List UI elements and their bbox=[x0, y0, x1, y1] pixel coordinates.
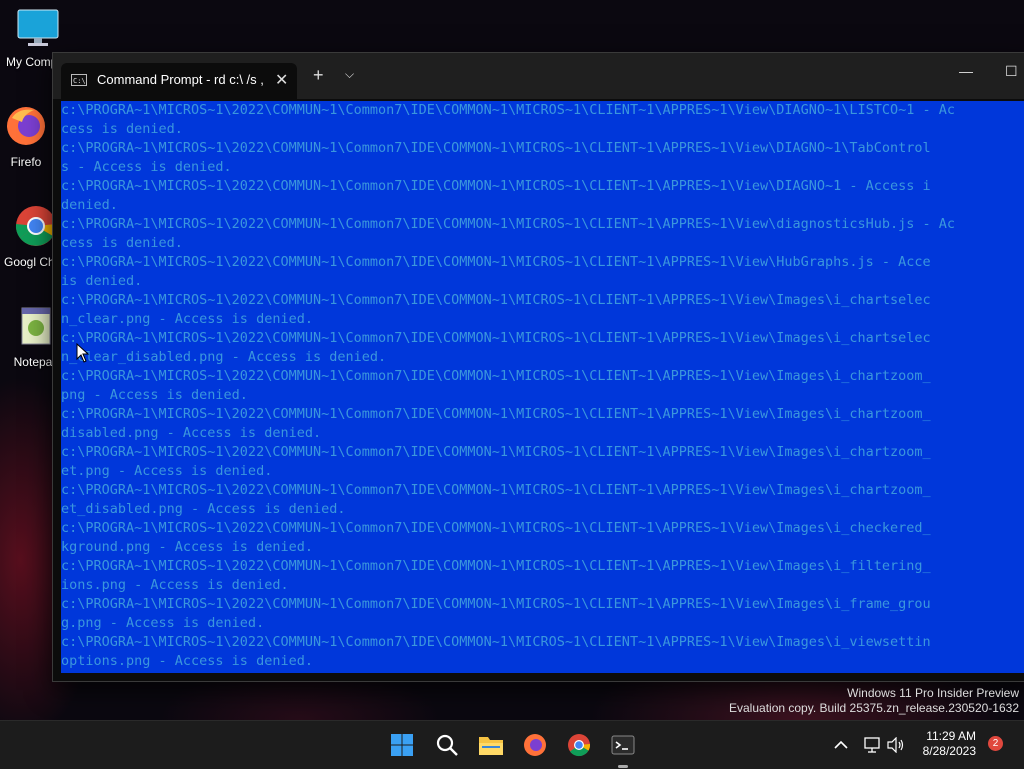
firefox-icon bbox=[524, 734, 546, 756]
file-explorer-icon bbox=[479, 737, 503, 755]
console-line: n_clear_disabled.png - Access is denied. bbox=[61, 349, 387, 365]
console-line: c:\PROGRA~1\MICROS~1\2022\COMMUN~1\Commo… bbox=[61, 140, 931, 156]
tab-command-prompt[interactable]: C:\ Command Prompt - rd c:\ /s , ✕ bbox=[61, 63, 297, 99]
console-line: s - Access is denied. bbox=[61, 159, 232, 175]
console-line: c:\PROGRA~1\MICROS~1\2022\COMMUN~1\Commo… bbox=[61, 596, 931, 612]
console-line: c:\PROGRA~1\MICROS~1\2022\COMMUN~1\Commo… bbox=[61, 292, 931, 308]
notification-badge[interactable]: 2 bbox=[988, 736, 1003, 751]
clock-time: 11:29 AM bbox=[926, 729, 976, 743]
console-line: disabled.png - Access is denied. bbox=[61, 425, 322, 441]
console-line: c:\PROGRA~1\MICROS~1\2022\COMMUN~1\Commo… bbox=[61, 254, 931, 270]
console-line: ions.png - Access is denied. bbox=[61, 577, 289, 593]
clock[interactable]: 11:29 AM 8/28/2023 bbox=[923, 729, 976, 759]
console-line: c:\PROGRA~1\MICROS~1\2022\COMMUN~1\Commo… bbox=[61, 444, 931, 460]
console-line: is denied. bbox=[61, 273, 143, 289]
taskbar: 11:29 AM 8/28/2023 bbox=[0, 720, 1024, 769]
new-tab-button[interactable]: + bbox=[313, 65, 324, 86]
console-line: c:\PROGRA~1\MICROS~1\2022\COMMUN~1\Commo… bbox=[61, 406, 931, 422]
console-lines: c:\PROGRA~1\MICROS~1\2022\COMMUN~1\Commo… bbox=[61, 101, 1024, 671]
desktop-icon-firefox[interactable]: Firefo bbox=[0, 104, 58, 169]
console-line: c:\PROGRA~1\MICROS~1\2022\COMMUN~1\Commo… bbox=[61, 368, 931, 384]
console-line: et.png - Access is denied. bbox=[61, 463, 273, 479]
console-line: c:\PROGRA~1\MICROS~1\2022\COMMUN~1\Commo… bbox=[61, 102, 956, 118]
maximize-button[interactable]: ☐ bbox=[1005, 63, 1018, 80]
minimize-button[interactable]: — bbox=[959, 63, 973, 79]
console-line: c:\PROGRA~1\MICROS~1\2022\COMMUN~1\Commo… bbox=[61, 330, 931, 346]
file-explorer-button[interactable] bbox=[475, 729, 507, 761]
console-line: c:\PROGRA~1\MICROS~1\2022\COMMUN~1\Commo… bbox=[61, 558, 931, 574]
monitor-icon bbox=[17, 9, 59, 46]
terminal-taskbar-button[interactable] bbox=[607, 729, 639, 761]
terminal-window[interactable]: C:\ Command Prompt - rd c:\ /s , ✕ + ⌵ —… bbox=[52, 52, 1024, 682]
notepad-icon bbox=[21, 307, 51, 345]
console-line: c:\PROGRA~1\MICROS~1\2022\COMMUN~1\Commo… bbox=[61, 216, 956, 232]
tab-dropdown-button[interactable]: ⌵ bbox=[345, 67, 354, 82]
speaker-icon bbox=[887, 737, 904, 753]
chrome-icon bbox=[568, 734, 591, 757]
title-bar[interactable]: C:\ Command Prompt - rd c:\ /s , ✕ + ⌵ —… bbox=[53, 53, 1024, 99]
terminal-icon bbox=[611, 735, 635, 755]
console-line: denied. bbox=[61, 197, 118, 213]
command-prompt-icon: C:\ bbox=[71, 74, 87, 86]
console-line: et_disabled.png - Access is denied. bbox=[61, 501, 346, 517]
firefox-icon bbox=[7, 107, 45, 145]
console-line: png - Access is denied. bbox=[61, 387, 248, 403]
chrome-taskbar-button[interactable] bbox=[563, 729, 595, 761]
watermark-line-2: Evaluation copy. Build 25375.zn_release.… bbox=[729, 701, 1019, 715]
desktop-icon-label: Firefo bbox=[10, 155, 42, 169]
windows-watermark: Windows 11 Pro Insider Preview Evaluatio… bbox=[729, 686, 1019, 716]
start-icon bbox=[391, 734, 413, 756]
console-line: options.png - Access is denied. bbox=[61, 653, 313, 669]
console-line: c:\PROGRA~1\MICROS~1\2022\COMMUN~1\Commo… bbox=[61, 178, 931, 194]
console-output[interactable]: c:\PROGRA~1\MICROS~1\2022\COMMUN~1\Commo… bbox=[53, 99, 1024, 681]
console-line: c:\PROGRA~1\MICROS~1\2022\COMMUN~1\Commo… bbox=[61, 520, 931, 536]
close-tab-button[interactable]: ✕ bbox=[275, 70, 288, 90]
console-line: n_clear.png - Access is denied. bbox=[61, 311, 313, 327]
console-line: cess is denied. bbox=[61, 235, 183, 251]
watermark-line-1: Windows 11 Pro Insider Preview bbox=[847, 686, 1019, 700]
chevron-up-icon bbox=[834, 740, 848, 749]
show-hidden-icons-button[interactable] bbox=[825, 729, 857, 761]
console-line: g.png - Access is denied. bbox=[61, 615, 265, 631]
tab-title: Command Prompt - rd c:\ /s , bbox=[97, 72, 264, 87]
volume-button[interactable] bbox=[880, 729, 912, 761]
search-button[interactable] bbox=[431, 729, 463, 761]
console-line: kground.png - Access is denied. bbox=[61, 539, 313, 555]
firefox-taskbar-button[interactable] bbox=[519, 729, 551, 761]
console-line: c:\PROGRA~1\MICROS~1\2022\COMMUN~1\Commo… bbox=[61, 482, 931, 498]
console-line: c:\PROGRA~1\MICROS~1\2022\COMMUN~1\Commo… bbox=[61, 634, 931, 650]
mouse-cursor-icon bbox=[76, 343, 90, 363]
search-icon bbox=[436, 734, 458, 756]
clock-date: 8/28/2023 bbox=[922, 744, 976, 758]
start-button[interactable] bbox=[386, 729, 418, 761]
console-line: cess is denied. bbox=[61, 121, 183, 137]
